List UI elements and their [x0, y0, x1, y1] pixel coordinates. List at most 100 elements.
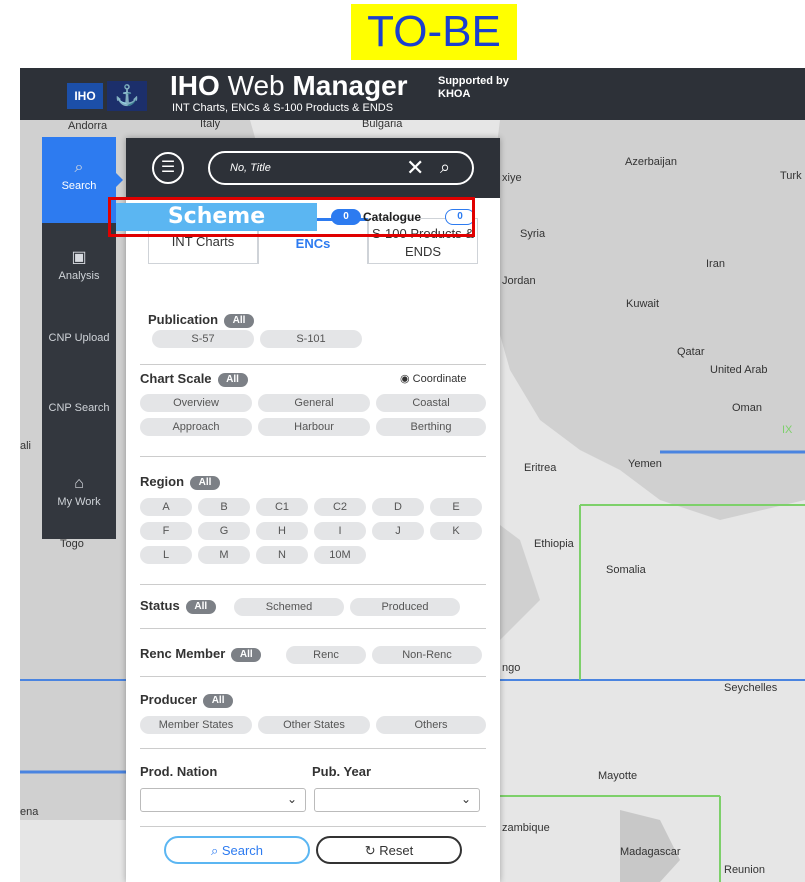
map-label-turkiye: xiye: [502, 172, 522, 184]
publication-label: Publication All: [148, 312, 255, 328]
map-label-turk: Turk: [780, 170, 802, 182]
app-window: Andorra Italy Bulgaria Azerbaijan Turk S…: [20, 68, 805, 882]
reset-button[interactable]: ↻ Reset: [316, 836, 462, 864]
chip-schemed[interactable]: Schemed: [234, 598, 344, 616]
chip-approach[interactable]: Approach: [140, 418, 252, 436]
chip-overview[interactable]: Overview: [140, 394, 252, 412]
map-label-reunion: Reunion: [724, 864, 765, 876]
divider: [140, 456, 486, 457]
briefcase-icon: ⌂: [74, 475, 84, 492]
all-badge[interactable]: All: [224, 314, 255, 328]
clear-icon[interactable]: ✕: [406, 155, 424, 181]
map-label-madagascar: Madagascar: [620, 846, 681, 858]
renc-member-label: Renc Member All: [140, 646, 262, 662]
anchor-emblem-icon: ⚓: [107, 81, 147, 111]
search-icon: ⌕: [210, 843, 219, 858]
all-badge[interactable]: All: [203, 694, 234, 708]
map-label-mayotte: Mayotte: [598, 770, 638, 782]
search-submit-icon[interactable]: ⌕: [440, 157, 450, 178]
nav-item-analysis[interactable]: ▣ Analysis: [42, 247, 116, 282]
map-label-jordan: Jordan: [502, 275, 536, 287]
divider: [140, 676, 486, 677]
chip-renc[interactable]: Renc: [286, 646, 366, 664]
status-label: Status All: [140, 598, 216, 614]
chip-others[interactable]: Others: [376, 716, 486, 734]
chip-produced[interactable]: Produced: [350, 598, 460, 616]
map-label-eritrea: Eritrea: [524, 462, 557, 474]
map-label-iran: Iran: [706, 258, 725, 270]
all-badge[interactable]: All: [217, 373, 248, 387]
producer-label: Producer All: [140, 692, 234, 708]
reset-icon: ↻: [364, 843, 376, 858]
prod-nation-label: Prod. Nation: [140, 764, 218, 779]
chip-coastal[interactable]: Coastal: [376, 394, 486, 412]
chevron-down-icon: ⌄: [286, 792, 297, 806]
coordinate-link[interactable]: ◉ Coordinate: [400, 372, 467, 385]
chip-region-n[interactable]: N: [256, 546, 308, 564]
chip-region-m[interactable]: M: [198, 546, 250, 564]
nav-active-caret: [116, 173, 123, 187]
nav-item-cnp-upload[interactable]: CNP Upload: [42, 331, 116, 345]
map-label-mozambique: zambique: [502, 822, 550, 834]
chip-region-l[interactable]: L: [140, 546, 192, 564]
chip-region-b[interactable]: B: [198, 498, 250, 516]
map-label-togo: Togo: [60, 538, 84, 550]
tab-scheme[interactable]: Scheme: [116, 203, 317, 231]
nav-item-my-work[interactable]: ⌂ My Work: [42, 475, 116, 508]
chip-region-i[interactable]: I: [314, 522, 366, 540]
map-label-yemen: Yemen: [628, 458, 662, 470]
nav-item-cnp-search[interactable]: CNP Search: [42, 401, 116, 415]
all-badge[interactable]: All: [231, 648, 262, 662]
app-subtitle: INT Charts, ENCs & S-100 Products & ENDS: [172, 102, 394, 114]
map-label-congo: ngo: [502, 662, 521, 674]
tab-catalogue[interactable]: Catalogue: [317, 203, 467, 231]
presentation-icon: ▣: [71, 249, 87, 266]
search-button[interactable]: ⌕ Search: [164, 836, 310, 864]
chip-region-g[interactable]: G: [198, 522, 250, 540]
chip-s-101[interactable]: S-101: [260, 330, 362, 348]
divider: [140, 364, 486, 365]
chip-harbour[interactable]: Harbour: [258, 418, 370, 436]
chip-region-c2[interactable]: C2: [314, 498, 366, 516]
chevron-down-icon: ⌄: [460, 792, 471, 806]
chip-other-states[interactable]: Other States: [258, 716, 370, 734]
search-input[interactable]: No, Title ✕ ⌕: [208, 151, 474, 185]
nav-item-search[interactable]: ⌕ Search: [42, 137, 116, 223]
divider: [140, 628, 486, 629]
map-label-oman: Oman: [732, 402, 762, 414]
all-badge[interactable]: All: [185, 600, 216, 614]
chip-region-f[interactable]: F: [140, 522, 192, 540]
prod-nation-select[interactable]: ⌄: [140, 788, 306, 812]
chip-berthing[interactable]: Berthing: [376, 418, 486, 436]
map-label-uae: United Arab: [710, 364, 768, 376]
map-label-kuwait: Kuwait: [626, 298, 660, 310]
iho-logo: IHO: [67, 83, 103, 109]
chip-general[interactable]: General: [258, 394, 370, 412]
search-panel: ☰ No, Title ✕ ⌕ 0 INT Charts 0 ENCs 0 S-…: [126, 138, 500, 882]
chip-region-d[interactable]: D: [372, 498, 424, 516]
chip-region-a[interactable]: A: [140, 498, 192, 516]
all-badge[interactable]: All: [190, 476, 221, 490]
side-nav: ⌕ Search ▣ Analysis CNP Upload CNP Searc…: [42, 137, 116, 539]
chip-region-k[interactable]: K: [430, 522, 482, 540]
location-pin-icon: ◉: [400, 373, 410, 385]
pub-year-label: Pub. Year: [312, 764, 372, 779]
pub-year-select[interactable]: ⌄: [314, 788, 480, 812]
map-label-seychelles: Seychelles: [724, 682, 778, 694]
chip-non-renc[interactable]: Non-Renc: [372, 646, 482, 664]
supported-by: Supported by KHOA: [438, 75, 509, 100]
chip-region-10m[interactable]: 10M: [314, 546, 366, 564]
chip-member-states[interactable]: Member States: [140, 716, 252, 734]
chip-region-h[interactable]: H: [256, 522, 308, 540]
chip-region-c1[interactable]: C1: [256, 498, 308, 516]
map-label-qatar: Qatar: [677, 346, 705, 358]
map-label-somalia: Somalia: [606, 564, 646, 576]
chip-s-57[interactable]: S-57: [152, 330, 254, 348]
chip-region-j[interactable]: J: [372, 522, 424, 540]
map-label-ethiopia: Ethiopia: [534, 538, 574, 550]
list-menu-button[interactable]: ☰: [152, 152, 184, 184]
map-label-andorra: Andorra: [68, 120, 108, 132]
chip-region-e[interactable]: E: [430, 498, 482, 516]
divider: [140, 584, 486, 585]
panel-toolbar: ☰ No, Title ✕ ⌕: [126, 138, 500, 198]
